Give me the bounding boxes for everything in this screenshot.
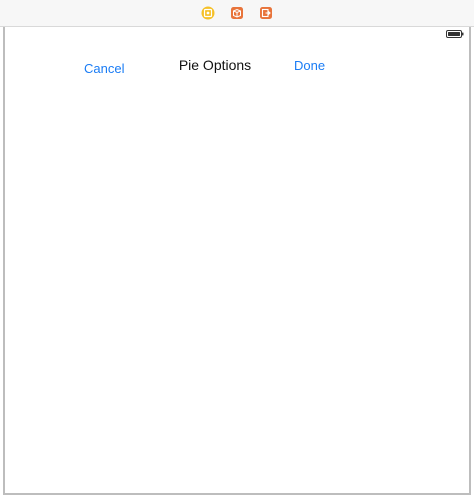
done-button[interactable]: Done	[294, 58, 325, 73]
status-bar	[5, 27, 469, 41]
battery-icon	[446, 30, 464, 38]
cancel-button[interactable]: Cancel	[84, 61, 124, 76]
first-responder-icon[interactable]	[230, 6, 244, 20]
exit-icon[interactable]	[259, 6, 273, 20]
nav-title: Pie Options	[178, 57, 252, 73]
scene-dock	[0, 0, 474, 27]
scene-view: Cancel Pie Options Done	[3, 27, 471, 495]
content-area	[5, 83, 469, 493]
view-controller-icon[interactable]	[201, 6, 215, 20]
storyboard-canvas: Cancel Pie Options Done	[0, 0, 474, 496]
